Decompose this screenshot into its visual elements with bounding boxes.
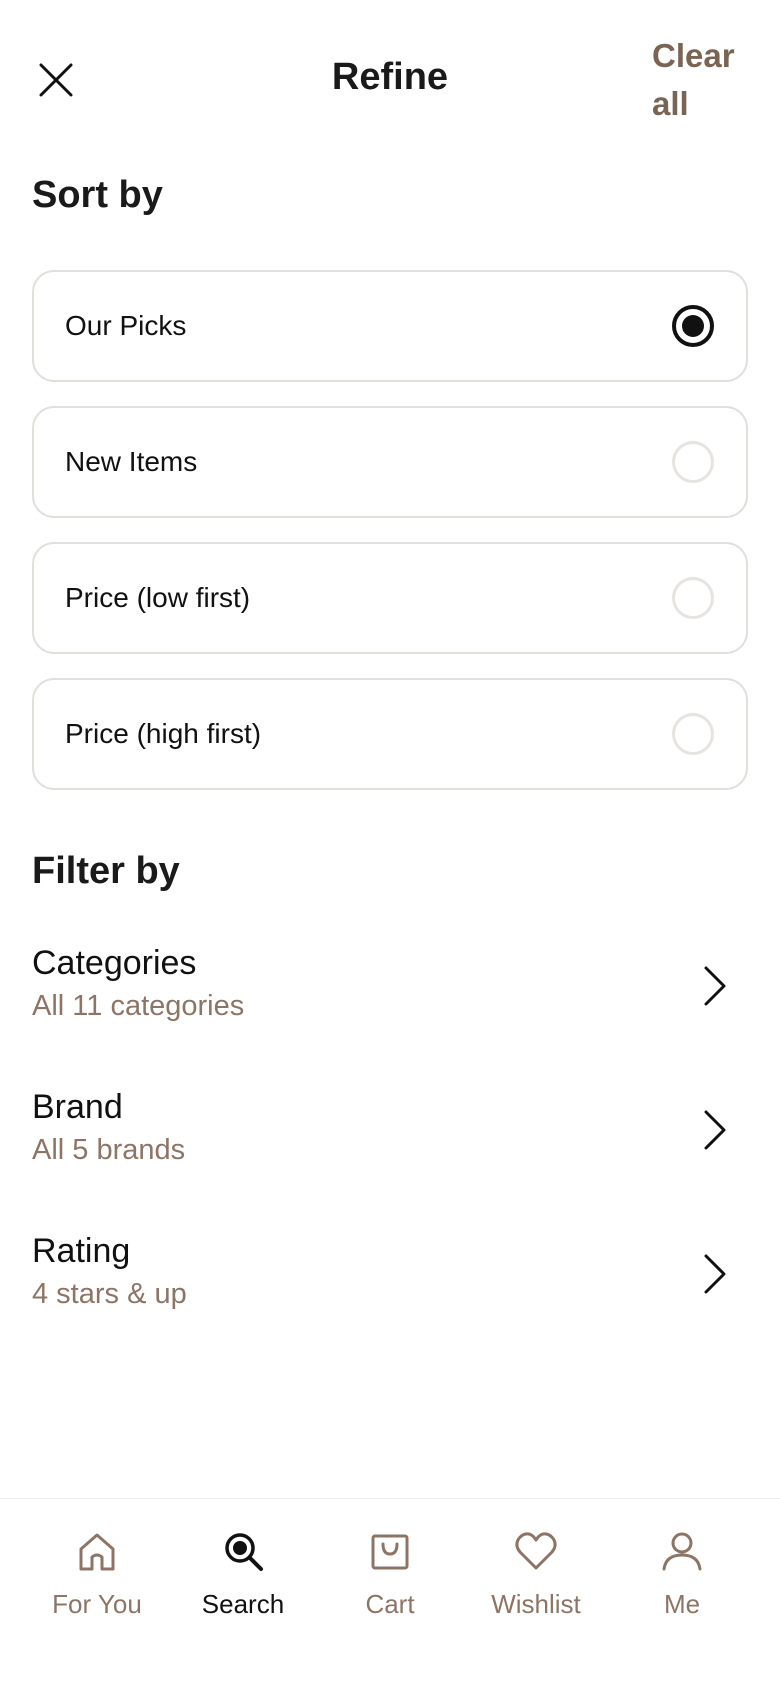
sort-option-label: Price (low first) (65, 582, 251, 613)
nav-item-search[interactable]: Search (170, 1499, 316, 1649)
bag-icon (371, 1534, 409, 1570)
sort-option-label: Our Picks (65, 310, 187, 341)
filter-row-categories[interactable]: Categories All 11 categories (32, 944, 748, 1054)
header: Refine Clear all (0, 0, 780, 150)
refine-screen: Refine Clear all Sort by Our Picks New I… (0, 0, 780, 1688)
nav-label: Me (663, 1589, 701, 1619)
filter-title: Rating (32, 1232, 131, 1270)
sort-option-price-low[interactable]: Price (low first) (32, 542, 748, 654)
nav-label: For You (52, 1589, 142, 1619)
sort-option-label: New Items (65, 446, 198, 477)
radio-unselected-icon[interactable] (672, 441, 714, 483)
bottom-nav: For You Search Cart Wishlist Me (0, 1498, 780, 1688)
sort-option-label: Price (high first) (65, 718, 262, 749)
nav-label: Wishlist (491, 1589, 581, 1619)
nav-label: Cart (365, 1589, 415, 1619)
search-icon (225, 1533, 263, 1571)
filter-subtitle: All 11 categories (32, 990, 245, 1022)
filter-subtitle: 4 stars & up (32, 1278, 187, 1310)
sort-heading: Sort by (32, 174, 163, 216)
filter-subtitle: All 5 brands (32, 1134, 186, 1166)
filter-row-rating[interactable]: Rating 4 stars & up (32, 1232, 748, 1342)
radio-unselected-icon[interactable] (672, 577, 714, 619)
heart-icon (515, 1532, 557, 1570)
clear-all-button[interactable]: Clear all (652, 32, 772, 128)
nav-item-cart[interactable]: Cart (317, 1499, 463, 1649)
person-icon (662, 1532, 702, 1571)
chevron-right-icon (704, 1254, 726, 1294)
filter-heading: Filter by (32, 850, 180, 892)
sort-option-our-picks[interactable]: Our Picks (32, 270, 748, 382)
nav-item-me[interactable]: Me (609, 1499, 755, 1649)
nav-item-wishlist[interactable]: Wishlist (463, 1499, 609, 1649)
nav-label: Search (201, 1589, 285, 1619)
filter-row-brand[interactable]: Brand All 5 brands (32, 1088, 748, 1198)
chevron-right-icon (704, 1110, 726, 1150)
filter-title: Categories (32, 944, 197, 982)
chevron-right-icon (704, 966, 726, 1006)
sort-option-new-items[interactable]: New Items (32, 406, 748, 518)
home-icon (79, 1533, 115, 1571)
sort-option-price-high[interactable]: Price (high first) (32, 678, 748, 790)
nav-item-for-you[interactable]: For You (24, 1499, 170, 1649)
filter-title: Brand (32, 1088, 123, 1126)
radio-unselected-icon[interactable] (672, 713, 714, 755)
radio-selected-icon[interactable] (672, 305, 714, 347)
